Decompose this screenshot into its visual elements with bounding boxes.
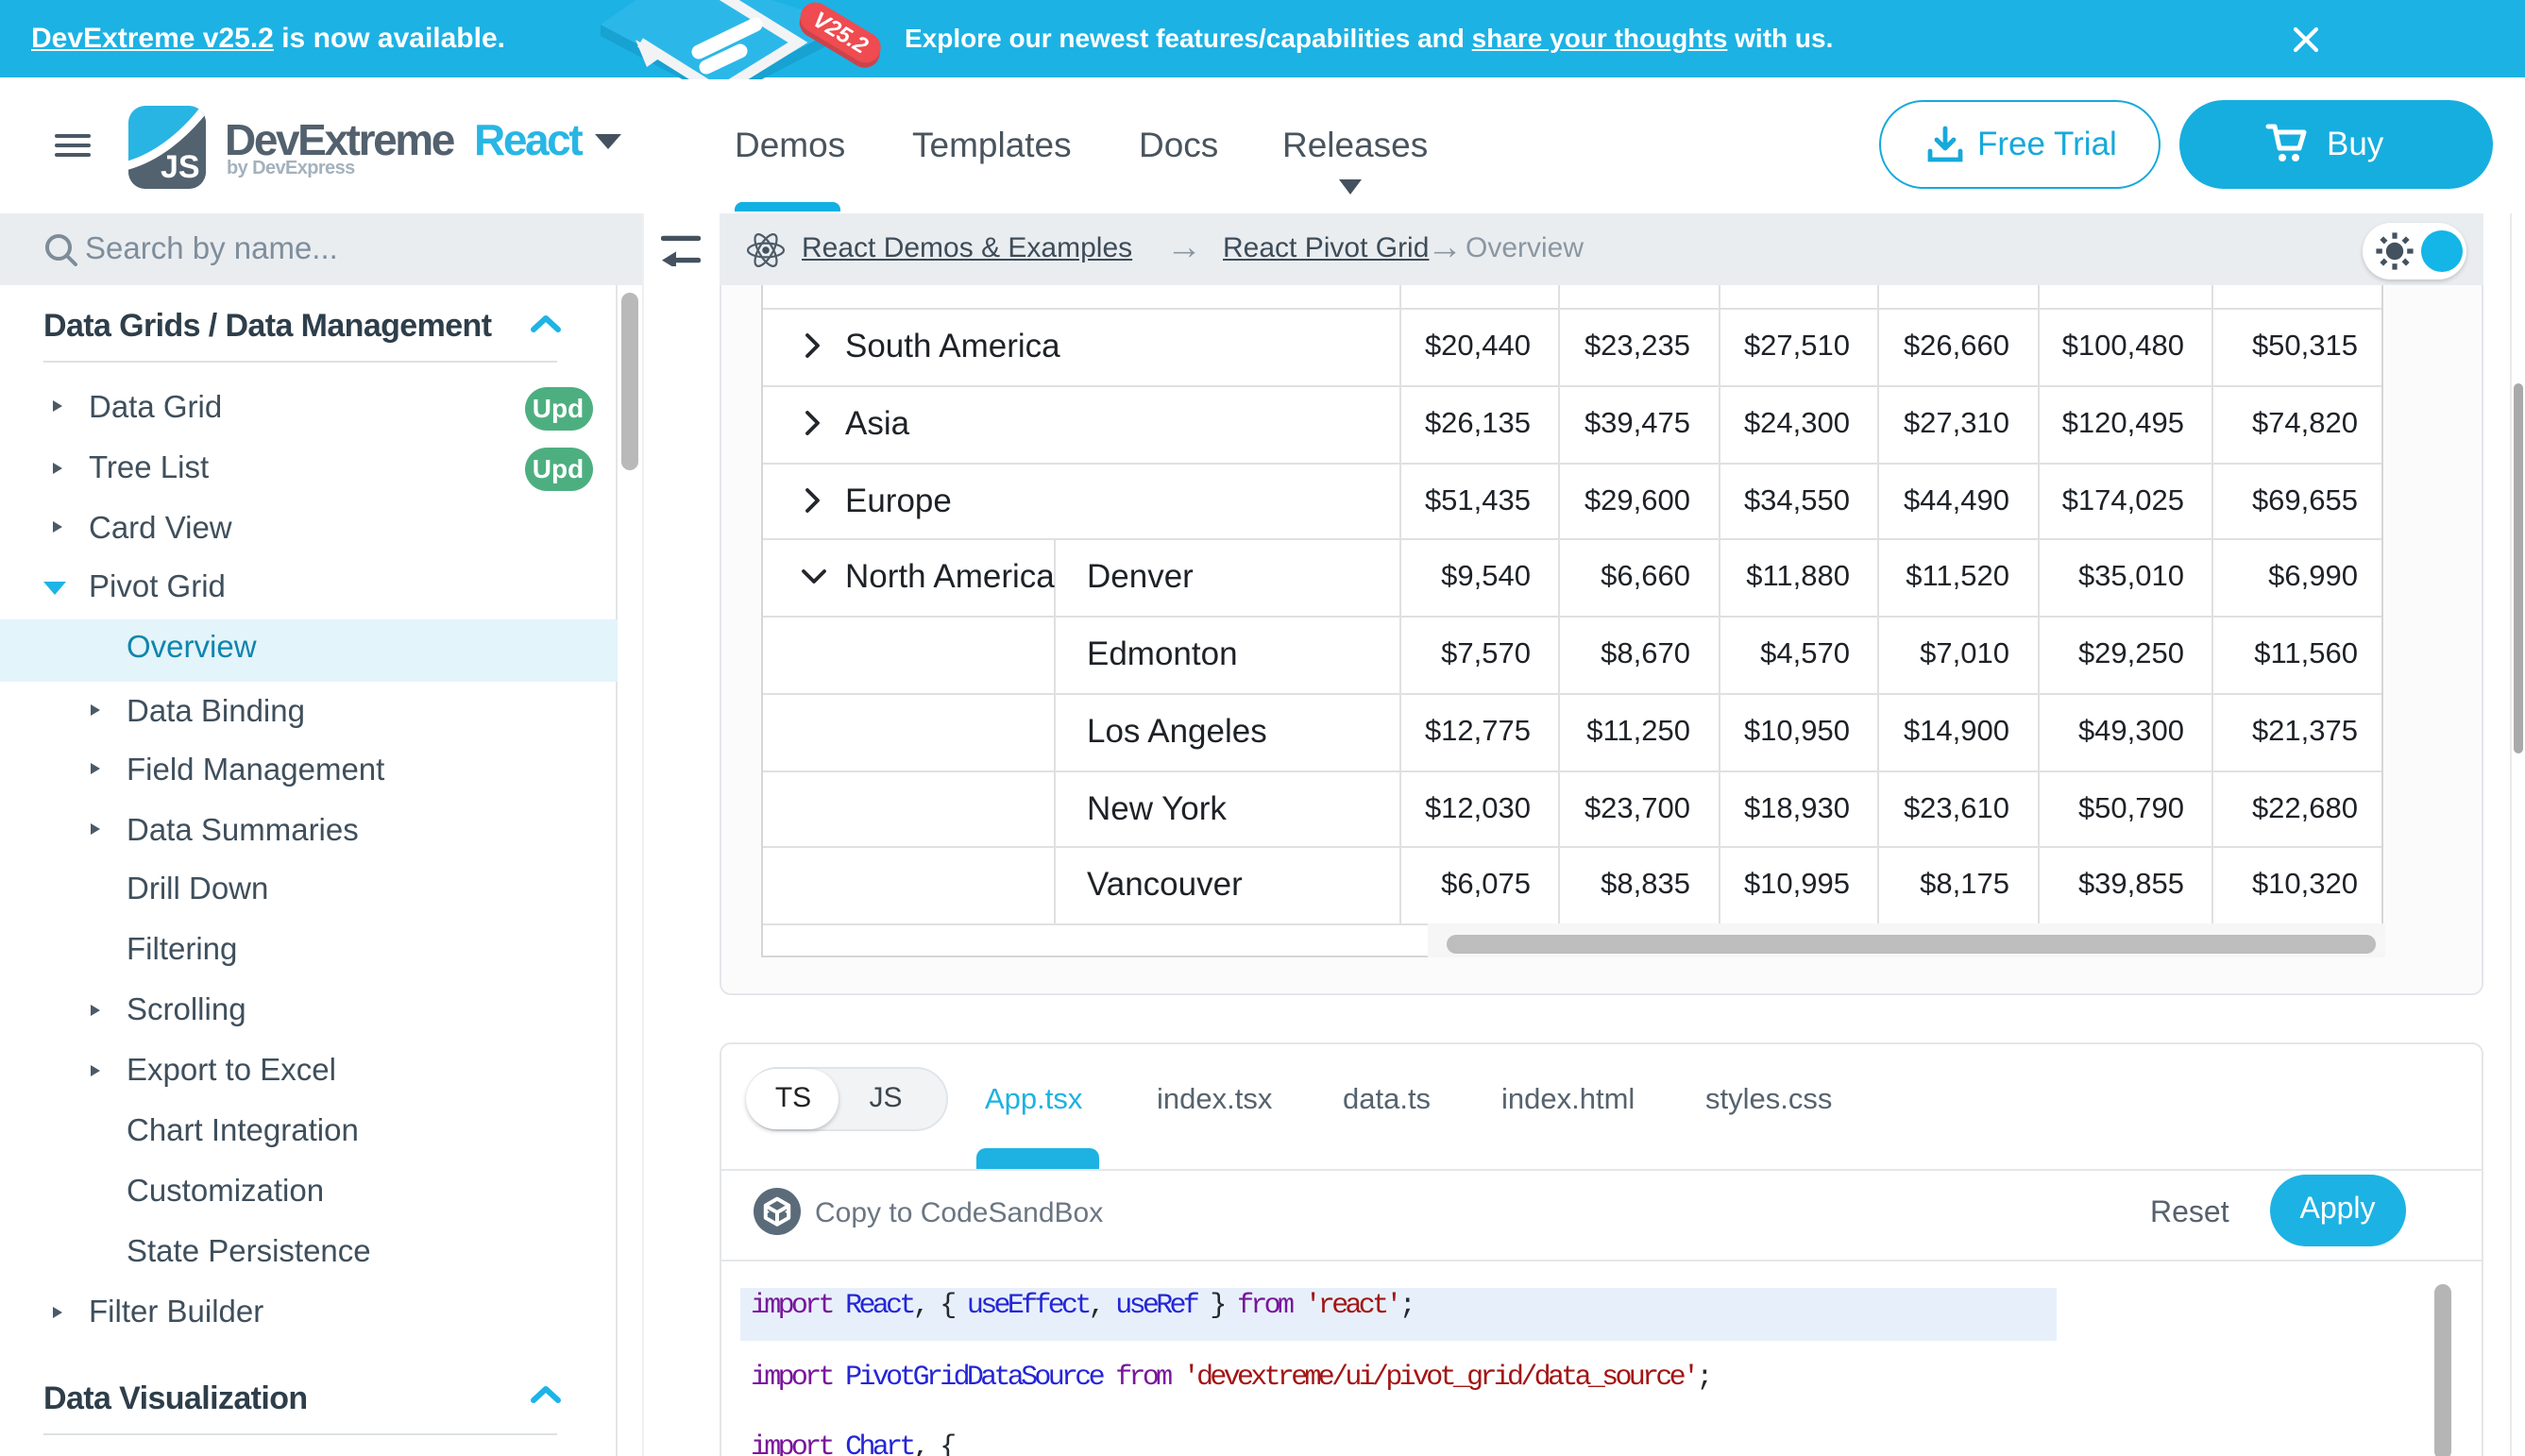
svg-text:JS: JS — [160, 149, 199, 185]
